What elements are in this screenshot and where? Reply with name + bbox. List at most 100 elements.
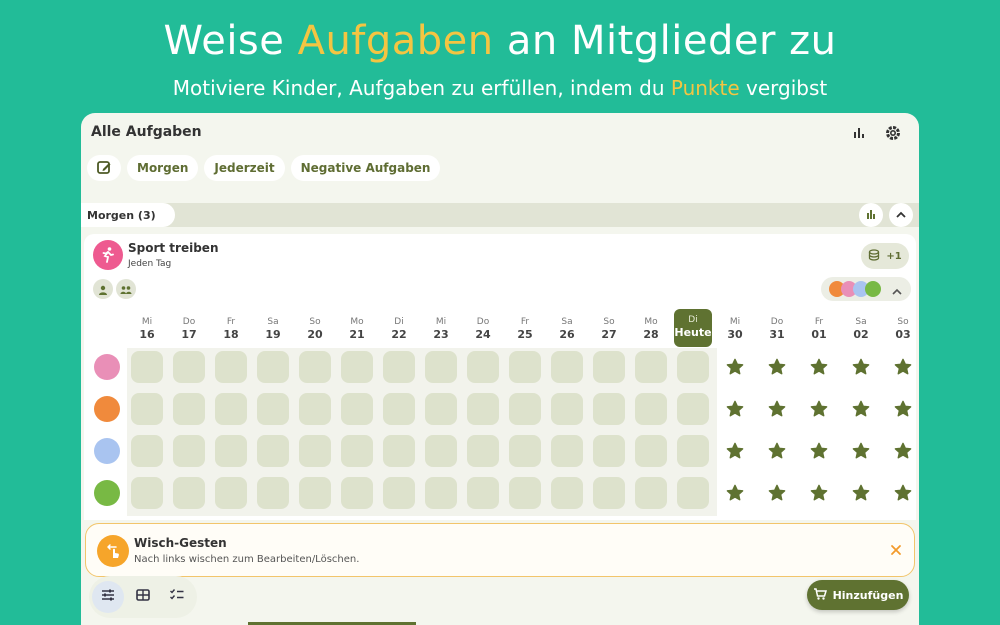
completion-cell[interactable] [257, 393, 289, 425]
completion-cell[interactable] [551, 477, 583, 509]
assign-group-button[interactable] [116, 279, 136, 299]
page-title: Alle Aufgaben [91, 124, 202, 140]
completion-cell[interactable] [383, 351, 415, 383]
section-title[interactable]: Morgen (3) [81, 203, 175, 227]
completion-cell[interactable] [215, 435, 247, 467]
day-header: Mo 21 [338, 309, 376, 347]
completion-cell[interactable] [425, 477, 457, 509]
points-button[interactable]: +1 [861, 243, 909, 269]
day-number: 24 [475, 328, 491, 341]
completion-cell[interactable] [173, 393, 205, 425]
weekday-label: Sa [855, 317, 867, 327]
completion-cell[interactable] [383, 435, 415, 467]
completion-cell[interactable] [173, 435, 205, 467]
completion-cell[interactable] [215, 477, 247, 509]
close-icon[interactable] [887, 541, 905, 559]
completion-cell[interactable] [215, 393, 247, 425]
completion-cell[interactable] [509, 351, 541, 383]
completion-cell[interactable] [677, 351, 709, 383]
completion-cell[interactable] [257, 435, 289, 467]
task-card[interactable]: Sport treiben Jeden Tag +1 Mi 16 Do 17 Fr 18 S… [84, 234, 916, 520]
completion-cell[interactable] [635, 435, 667, 467]
completion-cell[interactable] [509, 393, 541, 425]
members-selector[interactable] [821, 277, 911, 301]
completion-cell[interactable] [383, 477, 415, 509]
star-icon [852, 484, 870, 501]
add-task-button[interactable]: Hinzufügen [807, 580, 909, 610]
filter-chip-jederzeit[interactable]: Jederzeit [204, 155, 285, 181]
completion-cell[interactable] [509, 435, 541, 467]
day-header: Fr 01 [800, 309, 838, 347]
section-header: Morgen (3) [81, 203, 919, 227]
completion-cell[interactable] [257, 477, 289, 509]
day-number: 26 [559, 328, 575, 341]
completion-cell[interactable] [677, 393, 709, 425]
completion-cell[interactable] [131, 477, 163, 509]
completion-cell[interactable] [341, 477, 373, 509]
completion-cell[interactable] [341, 435, 373, 467]
nav-tasks-button[interactable] [92, 581, 124, 613]
completion-cell[interactable] [593, 351, 625, 383]
day-header: Do 24 [464, 309, 502, 347]
completion-cell[interactable] [341, 351, 373, 383]
task-name: Sport treiben [128, 241, 219, 255]
star-icon [768, 400, 786, 417]
person-icon [98, 280, 108, 299]
completion-cell[interactable] [341, 393, 373, 425]
edit-filter-button[interactable] [87, 155, 121, 181]
completion-cell[interactable] [467, 393, 499, 425]
completion-cell[interactable] [509, 477, 541, 509]
completion-cell[interactable] [635, 393, 667, 425]
completion-cell[interactable] [215, 351, 247, 383]
collapse-section-button[interactable] [889, 203, 913, 227]
bar-chart-icon[interactable] [849, 123, 869, 143]
completion-cell[interactable] [467, 477, 499, 509]
completion-cell[interactable] [635, 477, 667, 509]
completion-cell[interactable] [467, 435, 499, 467]
section-stats-button[interactable] [859, 203, 883, 227]
gear-icon[interactable] [883, 123, 903, 143]
completion-cell[interactable] [299, 393, 331, 425]
completion-cell[interactable] [425, 435, 457, 467]
completion-cell[interactable] [173, 351, 205, 383]
completion-cell[interactable] [551, 435, 583, 467]
day-number: 16 [139, 328, 155, 341]
assign-single-button[interactable] [93, 279, 113, 299]
completion-cell[interactable] [299, 477, 331, 509]
completion-cell[interactable] [131, 435, 163, 467]
weekday-label: Fr [520, 317, 530, 327]
completion-cell[interactable] [131, 351, 163, 383]
completion-cell[interactable] [551, 393, 583, 425]
completion-cell[interactable] [299, 351, 331, 383]
completion-cell[interactable] [383, 393, 415, 425]
day-number: 02 [853, 328, 869, 341]
nav-table-button[interactable] [127, 581, 159, 613]
completion-cell[interactable] [173, 477, 205, 509]
completion-cell[interactable] [299, 435, 331, 467]
day-header: So 27 [590, 309, 628, 347]
completion-cell[interactable] [635, 351, 667, 383]
completion-cell[interactable] [467, 351, 499, 383]
running-person-icon [93, 240, 123, 270]
star-icon [768, 358, 786, 375]
weekday-label: Fr [226, 317, 236, 327]
day-number: 03 [895, 328, 911, 341]
completion-cell[interactable] [551, 351, 583, 383]
filter-chip-negative[interactable]: Negative Aufgaben [290, 155, 441, 181]
star-icon [894, 400, 912, 417]
completion-cell[interactable] [425, 393, 457, 425]
completion-cell[interactable] [131, 393, 163, 425]
completion-cell[interactable] [593, 477, 625, 509]
completion-cell[interactable] [677, 435, 709, 467]
nav-checklist-button[interactable] [161, 581, 193, 613]
weekday-label: Fr [814, 317, 824, 327]
filter-chip-morgen[interactable]: Morgen [127, 155, 199, 181]
completion-cell[interactable] [593, 393, 625, 425]
green-dino-avatar [94, 480, 120, 506]
completion-cell[interactable] [677, 477, 709, 509]
day-header-today: Di Heute [674, 309, 712, 347]
completion-cell[interactable] [425, 351, 457, 383]
completion-cell[interactable] [593, 435, 625, 467]
blue-ghost-avatar [94, 438, 120, 464]
completion-cell[interactable] [257, 351, 289, 383]
